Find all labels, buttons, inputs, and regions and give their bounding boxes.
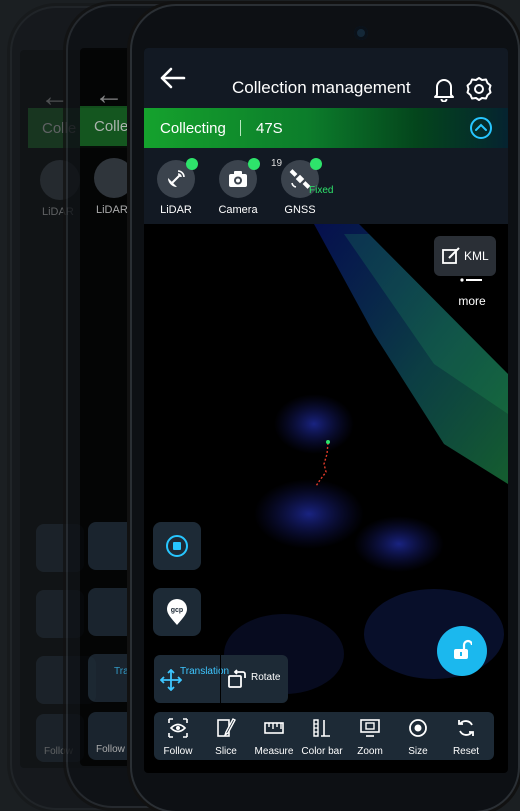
rotate-icon [228,669,246,688]
gcp-pin-icon: gcp [167,599,187,625]
status-divider [240,120,241,136]
satellite-icon [289,169,311,189]
kml-button[interactable]: KML [434,236,496,276]
ghost-stop-button [88,522,136,570]
collapse-toggle-button[interactable] [470,117,492,139]
gnss-fix-status: Fixed [309,185,334,196]
bell-icon[interactable] [432,76,456,102]
reset-icon [458,720,474,736]
camera-icon [229,171,247,187]
point-cloud-cluster [274,394,354,454]
size-icon [409,719,427,737]
color-bar-button[interactable]: Color bar [298,712,346,760]
gcp-button[interactable]: gcp [153,588,201,636]
edit-icon [442,247,460,264]
page-title: Collection management [232,78,411,97]
sensor-status-dot [186,158,198,170]
point-cloud-cluster [254,479,364,549]
sensor-lidar[interactable]: LiDAR [146,156,206,220]
stop-square [173,542,181,550]
collection-count: 47S [256,120,283,137]
eye-icon [168,718,188,738]
rotate-label: Rotate [251,672,281,683]
collection-status-label: Collecting [160,120,226,137]
move-arrows-icon [160,669,182,691]
sensor-camera[interactable]: Camera [208,156,268,220]
current-position-marker [326,440,330,444]
follow-button[interactable]: Follow [154,712,202,760]
front-camera [354,26,368,40]
zoom-icon [360,719,380,737]
sensor-status-dot [310,158,322,170]
kml-label: KML [464,249,489,263]
reset-button[interactable]: Reset [442,712,490,760]
ghost-lidar-label: LiDAR [96,204,128,216]
ghost-collect-label: Colle [94,118,129,135]
point-cloud-floor [364,589,504,679]
ghost-follow-label: Follow [96,744,125,755]
zoom-button[interactable]: Zoom [346,712,394,760]
chevron-up-icon [475,123,487,131]
ghost-follow-button: Follow [88,712,136,760]
gear-icon[interactable] [466,76,492,102]
sensor-label: GNSS [284,204,316,216]
collection-status-bar: Collecting 47S [144,108,508,148]
ruler-icon [264,722,284,734]
color-bar-icon [313,719,330,737]
rotate-button[interactable]: Rotate [221,655,288,703]
slice-button[interactable]: Slice [202,712,250,760]
satellite-dish-icon [168,170,185,187]
unlock-button[interactable] [437,626,487,676]
app-screen: Collection management Collecting 47S LiD… [144,48,508,773]
sensor-label: LiDAR [160,204,192,216]
stop-collection-button[interactable] [153,522,201,570]
ghost-gcp-button [88,588,136,636]
measure-button[interactable]: Measure [250,712,298,760]
translation-label: Translation [180,666,230,677]
phone-frame: Collection management Collecting 47S LiD… [132,6,518,811]
back-arrow-icon[interactable] [158,66,186,90]
gnss-satellite-count: 19 [271,158,283,169]
tool-label: Reset [452,746,480,757]
ghost-lidar-icon [94,158,134,198]
sensor-status-dot [248,158,260,170]
bottom-toolbar: Follow Slice Measure Color bar Zoom Size… [154,712,494,760]
translation-button[interactable]: Translation [154,655,230,703]
size-button[interactable]: Size [394,712,442,760]
transform-controls: Translation Rotate [154,655,288,703]
point-cloud-cluster [354,516,444,572]
sensor-label: Camera [218,204,258,216]
slice-icon [217,718,236,737]
header-bar: Collection management [144,48,508,108]
unlock-icon [454,639,472,659]
svg-text:gcp: gcp [171,607,183,614]
